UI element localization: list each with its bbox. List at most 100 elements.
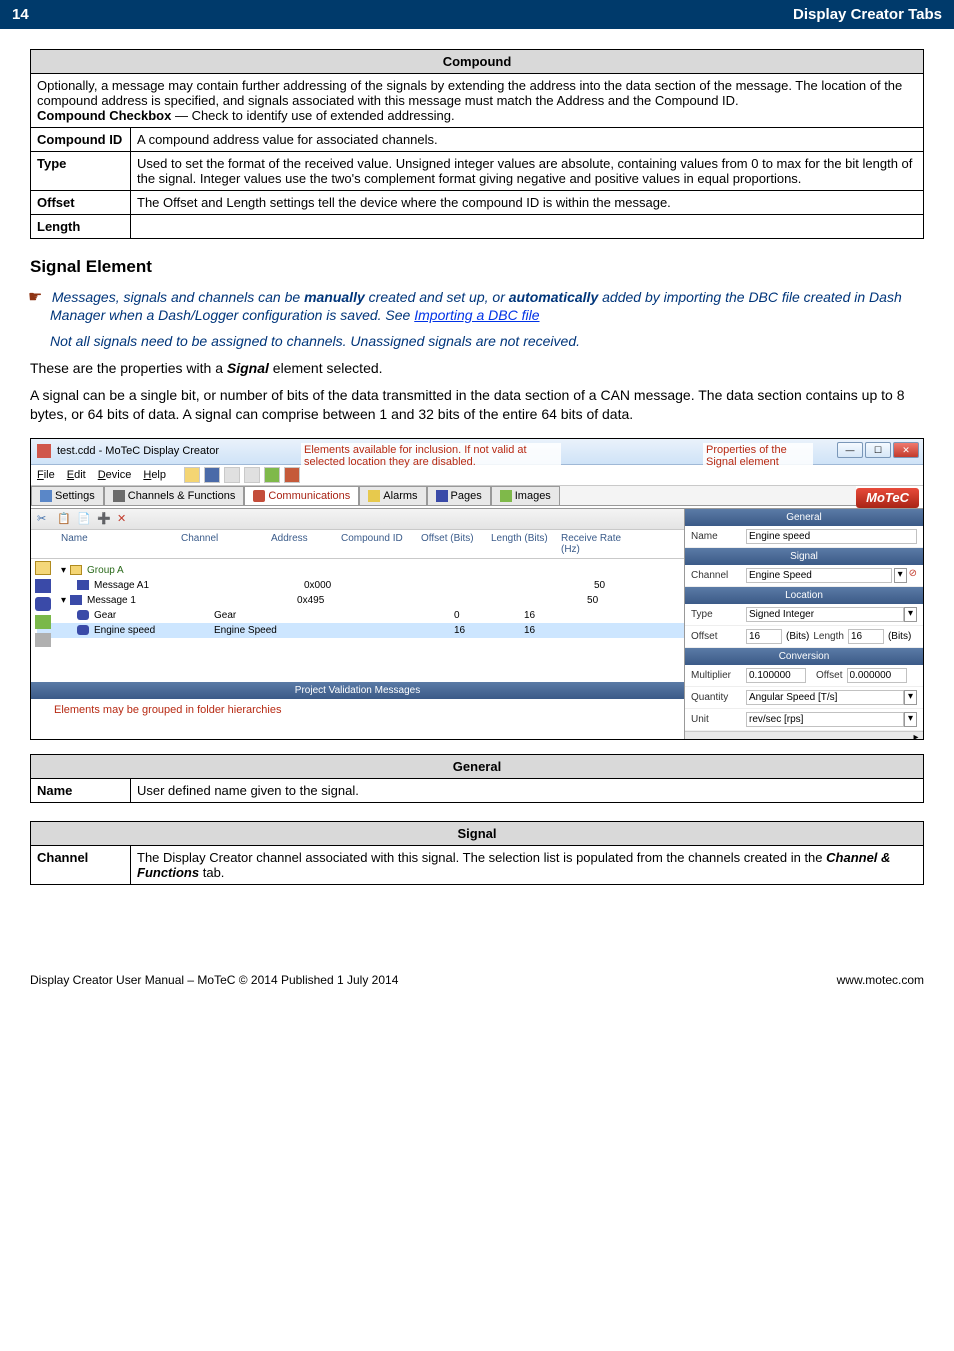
- menu-file[interactable]: File: [37, 469, 55, 481]
- window-title: test.cdd - MoTeC Display Creator: [57, 445, 219, 457]
- compound-checkbox-text: — Check to identify use of extended addr…: [171, 108, 454, 123]
- maximize-button[interactable]: ☐: [865, 442, 891, 458]
- signal-icon: [77, 610, 89, 620]
- compound-table: Compound Optionally, a message may conta…: [30, 49, 924, 239]
- compound-intro-cell: Optionally, a message may contain furthe…: [31, 74, 924, 128]
- compound-checkbox-label: Compound Checkbox: [37, 108, 171, 123]
- prop-quantity: Quantity ▾: [685, 687, 923, 709]
- signal-channel-label: Channel: [31, 845, 131, 884]
- type-field[interactable]: [746, 607, 904, 622]
- note-1: ☛ Messages, signals and channels can be …: [50, 287, 924, 323]
- channel-dropdown-icon[interactable]: ▾: [894, 568, 907, 583]
- grid-header: Name Channel Address Compound ID Offset …: [31, 530, 684, 559]
- tab-channels[interactable]: Channels & Functions: [104, 486, 245, 505]
- menu-help[interactable]: Help: [143, 469, 166, 481]
- row-offset-text: The Offset and Length settings tell the …: [131, 191, 924, 215]
- qty-dropdown-icon[interactable]: ▾: [904, 690, 917, 705]
- row-compound-id-text: A compound address value for associated …: [131, 128, 924, 152]
- para-2: A signal can be a single bit, or number …: [30, 386, 924, 424]
- minimize-button[interactable]: —: [837, 442, 863, 458]
- page-number: 14: [12, 6, 29, 23]
- row-compound-id-label: Compound ID: [31, 128, 131, 152]
- prop-multiplier: Multiplier Offset: [685, 665, 923, 687]
- receive-icon[interactable]: [284, 467, 300, 483]
- prop-general-header[interactable]: General: [685, 509, 923, 526]
- general-table: General Name User defined name given to …: [30, 754, 924, 803]
- gutter-other-icon[interactable]: [35, 633, 51, 647]
- tab-settings[interactable]: Settings: [31, 486, 104, 505]
- close-button[interactable]: ✕: [893, 442, 919, 458]
- tree-gear[interactable]: Gear Gear 0 16: [37, 608, 684, 623]
- channel-field[interactable]: [746, 568, 892, 583]
- tree-msg-1[interactable]: ▾ Message 1 0x495 50: [37, 593, 684, 608]
- quantity-field[interactable]: [746, 690, 904, 705]
- tree-engine-speed[interactable]: Engine speed Engine Speed 16 16: [37, 623, 684, 638]
- page-header: 14 Display Creator Tabs: [0, 0, 954, 29]
- offset-field[interactable]: [746, 629, 782, 644]
- menu-edit[interactable]: Edit: [67, 469, 86, 481]
- left-pane: ✂ 📋 📄 ➕ ✕ Name Channel Address Compound …: [31, 509, 685, 739]
- gutter-msg-icon[interactable]: [35, 579, 51, 593]
- send-icon[interactable]: [264, 467, 280, 483]
- type-dropdown-icon[interactable]: ▾: [904, 607, 917, 622]
- menu-device[interactable]: Device: [98, 469, 132, 481]
- row-length-text: [131, 215, 924, 239]
- toolstrip: ✂ 📋 📄 ➕ ✕: [31, 509, 684, 530]
- channel-clear-icon[interactable]: ⊘: [909, 568, 917, 583]
- open-icon[interactable]: [184, 467, 200, 483]
- signal-element-heading: Signal Element: [30, 257, 924, 277]
- bell-icon: [368, 490, 380, 502]
- add-icon[interactable]: ➕: [97, 512, 111, 526]
- multiplier-field[interactable]: [746, 668, 806, 683]
- row-type-text: Used to set the format of the received v…: [131, 152, 924, 191]
- redo-icon[interactable]: [244, 467, 260, 483]
- tab-images[interactable]: Images: [491, 486, 560, 505]
- validation-messages-header[interactable]: Project Validation Messages: [31, 682, 684, 699]
- gutter-channel-icon[interactable]: [35, 615, 51, 629]
- page-footer: Display Creator User Manual – MoTeC © 20…: [0, 943, 954, 1007]
- prop-location-header[interactable]: Location: [685, 587, 923, 604]
- signal-channel-text: The Display Creator channel associated w…: [131, 845, 924, 884]
- prop-conversion-header[interactable]: Conversion: [685, 648, 923, 665]
- undo-icon[interactable]: [224, 467, 240, 483]
- properties-panel: General Name Signal Channel ▾ ⊘: [685, 509, 923, 739]
- paste-icon[interactable]: 📄: [77, 512, 91, 526]
- scroll-right-icon[interactable]: ▸: [909, 732, 923, 739]
- save-icon[interactable]: [204, 467, 220, 483]
- offset2-field[interactable]: [847, 668, 907, 683]
- tab-communications[interactable]: Communications: [244, 486, 359, 505]
- tab-pages[interactable]: Pages: [427, 486, 491, 505]
- tree-msg-a1[interactable]: Message A1 0x000 50: [37, 578, 684, 593]
- cut-icon[interactable]: ✂: [37, 512, 51, 526]
- footer-right: www.motec.com: [837, 973, 924, 987]
- para-1: These are the properties with a Signal e…: [30, 359, 924, 378]
- motec-logo: MoTeC: [856, 488, 919, 508]
- tab-alarms[interactable]: Alarms: [359, 486, 426, 505]
- signal-table: Signal Channel The Display Creator chann…: [30, 821, 924, 885]
- general-name-text: User defined name given to the signal.: [131, 778, 924, 802]
- prop-signal-header[interactable]: Signal: [685, 548, 923, 565]
- prop-name: Name: [685, 526, 923, 548]
- length-field[interactable]: [848, 629, 884, 644]
- callout-elements: Elements available for inclusion. If not…: [301, 443, 561, 469]
- delete-icon[interactable]: ✕: [117, 512, 131, 526]
- gutter-folder-icon[interactable]: [35, 561, 51, 575]
- comms-icon: [253, 490, 265, 502]
- message-icon: [70, 595, 82, 605]
- pointer-icon: ☛: [28, 287, 48, 307]
- gutter-signal-icon[interactable]: [35, 597, 51, 611]
- unit-dropdown-icon[interactable]: ▾: [904, 712, 917, 727]
- general-name-label: Name: [31, 778, 131, 802]
- tree[interactable]: ▾ Group A Message A1 0x000 50: [31, 559, 684, 642]
- folder-icon: [70, 565, 82, 575]
- callout-props: Properties of the Signal element: [703, 443, 813, 469]
- importing-dbc-link[interactable]: Importing a DBC file: [414, 307, 539, 323]
- row-length-label: Length: [31, 215, 131, 239]
- unit-field[interactable]: [746, 712, 904, 727]
- header-title: Display Creator Tabs: [793, 6, 942, 23]
- name-field[interactable]: [746, 529, 917, 544]
- row-offset-label: Offset: [31, 191, 131, 215]
- message-icon: [77, 580, 89, 590]
- copy-icon[interactable]: 📋: [57, 512, 71, 526]
- tree-group[interactable]: ▾ Group A: [37, 563, 684, 578]
